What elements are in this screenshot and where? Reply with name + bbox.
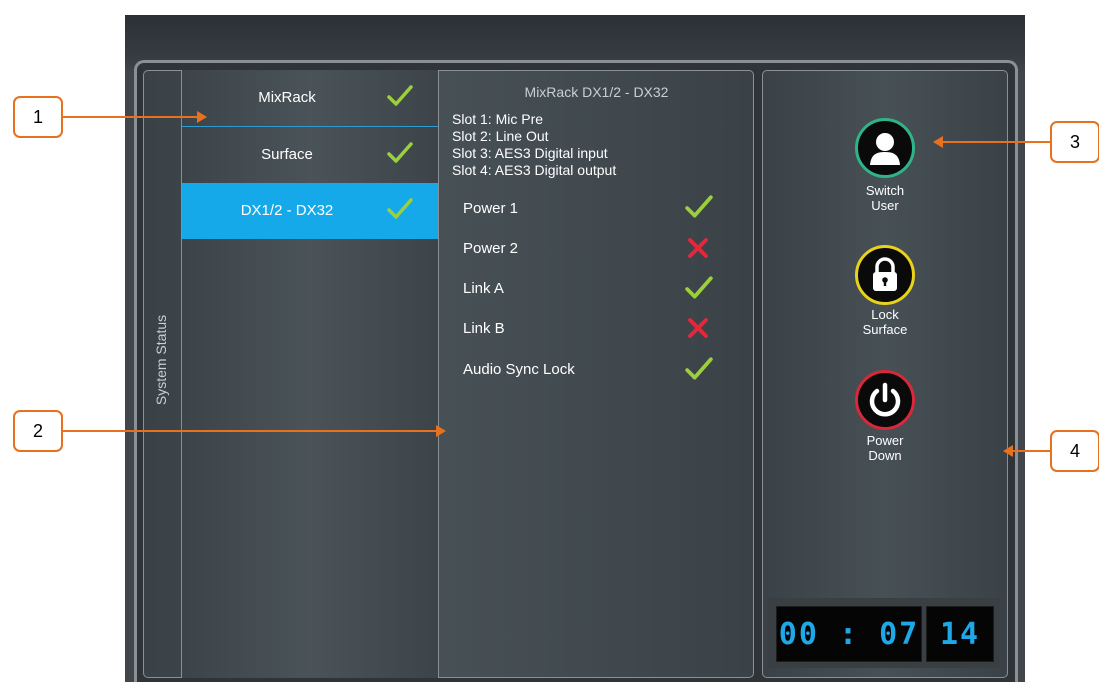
device-item-surface[interactable]: Surface	[182, 127, 438, 183]
callout-3-line	[942, 141, 1052, 143]
check-icon	[387, 141, 413, 169]
lock-surface-label: Lock Surface	[862, 307, 908, 337]
sidebar-tab: System Status	[143, 70, 182, 678]
switch-user-button[interactable]	[855, 118, 915, 178]
status-power-2: Power 2	[463, 240, 519, 257]
device-label: Surface	[261, 146, 313, 163]
slot-info: Slot 2: Line Out	[452, 128, 549, 144]
status-link-b: Link B	[463, 320, 505, 337]
sidebar-title: System Status	[153, 314, 169, 406]
user-icon	[870, 133, 900, 165]
check-icon	[387, 197, 413, 225]
device-detail: MixRack DX1/2 - DX32 Slot 1: Mic Pre Slo…	[440, 70, 753, 678]
lock-icon	[873, 257, 897, 291]
arrow-right-icon	[436, 425, 446, 437]
callout-4: 4	[1050, 430, 1099, 472]
switch-user-label: Switch User	[865, 183, 905, 213]
device-item-dx[interactable]: DX1/2 - DX32	[182, 183, 438, 239]
callout-4-line	[1012, 450, 1052, 452]
power-down-button[interactable]	[855, 370, 915, 430]
callout-2-line	[62, 430, 438, 432]
status-audio-sync-lock: Audio Sync Lock	[463, 361, 575, 378]
power-down-label: Power Down	[866, 433, 904, 463]
status-power-1: Power 1	[463, 200, 519, 217]
clock-display: 00 : 07 14	[768, 598, 1000, 668]
arrow-left-icon	[933, 136, 943, 148]
check-icon	[387, 84, 413, 112]
slot-info: Slot 1: Mic Pre	[452, 111, 544, 127]
arrow-left-icon	[1003, 445, 1013, 457]
status-link-a: Link A	[463, 280, 504, 297]
device-label: MixRack	[258, 89, 316, 106]
device-list: MixRack Surface DX1/2 - DX32	[182, 70, 439, 678]
device-label: DX1/2 - DX32	[240, 202, 334, 219]
detail-title: MixRack DX1/2 - DX32	[524, 84, 669, 100]
check-icon	[685, 194, 713, 225]
lock-surface-button[interactable]	[855, 245, 915, 305]
callout-3: 3	[1050, 121, 1099, 163]
device-item-mixrack[interactable]: MixRack	[182, 70, 438, 127]
callout-2: 2	[13, 410, 63, 452]
cross-icon	[685, 236, 711, 265]
time-display: 00 : 07	[776, 606, 922, 662]
power-icon	[869, 382, 901, 417]
callout-1: 1	[13, 96, 63, 138]
slot-info: Slot 4: AES3 Digital output	[452, 162, 617, 178]
check-icon	[685, 356, 713, 387]
frames-display: 14	[926, 606, 994, 662]
arrow-right-icon	[197, 111, 207, 123]
cross-icon	[685, 316, 711, 345]
slot-info: Slot 3: AES3 Digital input	[452, 145, 608, 161]
callout-1-line	[62, 116, 199, 118]
check-icon	[685, 275, 713, 306]
